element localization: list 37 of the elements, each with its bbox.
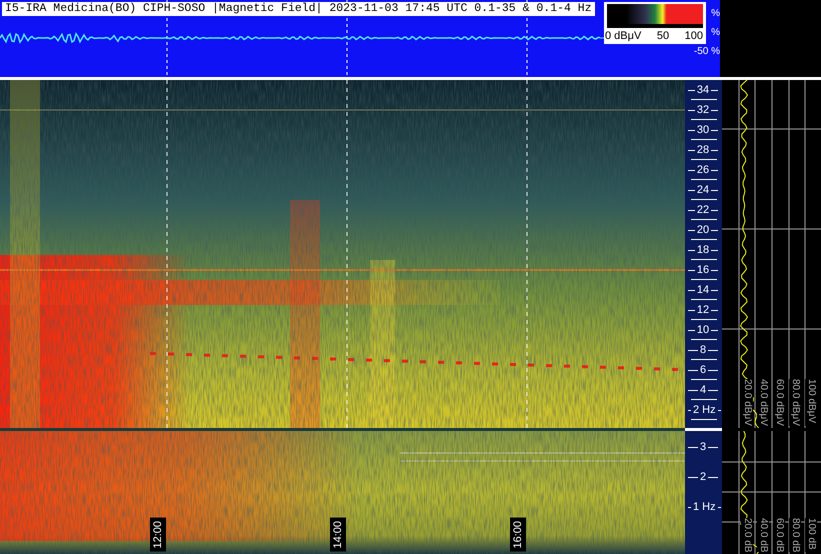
frequency-tick-label: 28 (696, 144, 710, 156)
percent-label: % (711, 27, 720, 38)
frequency-tick-label: 1 Hz (693, 501, 716, 513)
frequency-tick-label: 12 (696, 304, 710, 316)
level-label: 40.0 dBμV (757, 379, 769, 426)
chart-title: I5-IRA Medicina(BO) CIPH-SOSO |Magnetic Field| 2023-11-03 17:45 UTC 0.1-35 & 0.1-4 Hz (2, 2, 595, 16)
level-label: 100 dBμV (805, 379, 817, 426)
scale-label: 0 dBμV (605, 30, 642, 43)
frequency-tick-label: 22 (696, 204, 710, 216)
frequency-tick-label: 20 (696, 224, 710, 236)
scale-label: 100 (684, 30, 703, 43)
frequency-tick-label: 2 (700, 471, 706, 483)
frequency-tick-label: 14 (696, 284, 710, 296)
frequency-tick-label: 4 (700, 384, 706, 396)
percent-label: % (711, 8, 720, 19)
frequency-tick-label: 26 (696, 164, 710, 176)
level-label: 60.0 dB (773, 518, 785, 552)
frequency-tick-label: 32 (696, 104, 710, 116)
frequency-tick-label: 30 (696, 124, 710, 136)
frequency-tick-label: 6 (700, 364, 706, 376)
scale-label: 50 (656, 30, 670, 43)
level-label: 20.0 dB (741, 518, 753, 552)
frequency-tick-label: 8 (700, 344, 706, 356)
level-label: 100 dB (805, 518, 817, 552)
frequency-tick-label: 34 (696, 84, 710, 96)
frequency-tick-label: 3 (700, 441, 706, 453)
level-label: 60.0 dBμV (773, 379, 785, 426)
frequency-tick-label: 18 (696, 244, 710, 256)
level-label: 80.0 dBμV (789, 379, 801, 426)
frequency-tick-label: 10 (696, 324, 710, 336)
frequency-tick-label: 24 (696, 184, 710, 196)
percent-label: -50 % (694, 46, 720, 57)
level-label: 20.0 dBμV (741, 379, 753, 426)
level-label: 40.0 dB (757, 518, 769, 552)
frequency-tick-label: 2 Hz (693, 404, 716, 416)
frequency-tick-label: 16 (696, 264, 710, 276)
level-label: 80.0 dB (789, 518, 801, 552)
